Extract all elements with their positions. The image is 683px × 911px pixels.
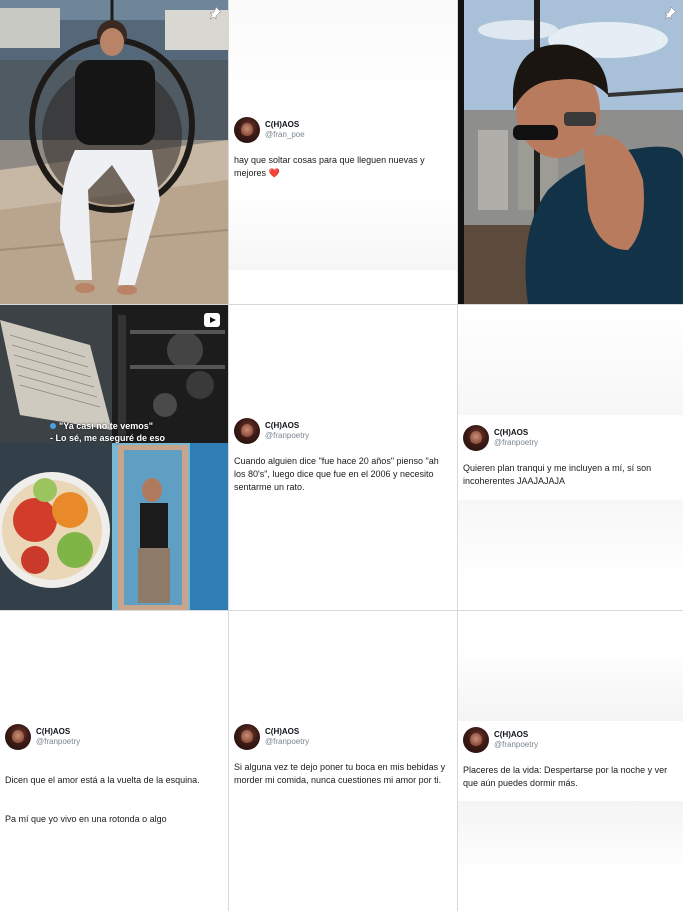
post-tweet[interactable]: C(H)AOS @franpoetry Placeres de la vida:… — [458, 611, 683, 911]
media-grid: C(H)AOS @fran_poe hay que soltar cosas p… — [0, 0, 683, 911]
tweet-paragraph: Pa mí que yo vivo en una rotonda o algo — [5, 814, 167, 824]
tweet-text: Cuando alguien dice "fue hace 20 años" p… — [234, 456, 439, 492]
tweet-card-shade — [458, 305, 683, 415]
display-name: C(H)AOS — [265, 727, 300, 736]
display-name: C(H)AOS — [265, 120, 300, 129]
display-name: C(H)AOS — [36, 727, 71, 736]
handle: @franpoetry — [494, 438, 539, 447]
handle: @fran_poe — [265, 130, 305, 139]
tweet-text: Si alguna vez te dejo poner tu boca en m… — [234, 762, 446, 785]
hanging-chair-photo — [0, 0, 228, 304]
grid-divider — [457, 0, 458, 911]
pin-icon — [209, 6, 222, 20]
post-photo-sunglasses[interactable] — [458, 0, 683, 304]
post-tweet[interactable]: C(H)AOS @franpoetry Quieren plan tranqui… — [458, 305, 683, 610]
post-photo-hanging-chair[interactable] — [0, 0, 228, 304]
avatar[interactable] — [463, 425, 489, 451]
post-tweet[interactable]: C(H)AOS @franpoetry Dicen que el amor es… — [0, 611, 228, 911]
post-video-collage[interactable]: "Ya casi no te vemos" - Lo sé, me asegur… — [0, 305, 228, 610]
handle: @franpoetry — [265, 737, 310, 746]
post-tweet[interactable]: C(H)AOS @fran_poe hay que soltar cosas p… — [229, 0, 457, 304]
handle: @franpoetry — [265, 431, 310, 440]
avatar[interactable] — [5, 724, 31, 750]
avatar[interactable] — [234, 724, 260, 750]
caption-line-2: - Lo sé, me aseguré de eso — [50, 433, 166, 443]
tweet-text: Dicen que el amor está a la vuelta de la… — [5, 761, 223, 852]
grid-divider — [0, 304, 683, 305]
tweet-card-shade — [458, 646, 683, 721]
caption-dot-icon — [50, 423, 56, 429]
display-name: C(H)AOS — [265, 421, 300, 430]
post-tweet[interactable]: C(H)AOS @franpoetry Cuando alguien dice … — [229, 305, 457, 610]
tweet-text: hay que soltar cosas para que lleguen nu… — [234, 155, 425, 178]
tweet-card-shade — [458, 801, 683, 876]
handle: @franpoetry — [494, 740, 539, 749]
handle: @franpoetry — [36, 737, 81, 746]
tweet-text: Placeres de la vida: Despertarse por la … — [463, 765, 668, 788]
tweet-card-shade — [458, 500, 683, 580]
grid-divider — [0, 610, 683, 611]
video-caption: "Ya casi no te vemos" - Lo sé, me asegur… — [50, 420, 165, 444]
tweet-paragraph: Dicen que el amor está a la vuelta de la… — [5, 775, 200, 785]
play-icon[interactable] — [204, 313, 220, 327]
avatar[interactable] — [234, 117, 260, 143]
display-name: C(H)AOS — [494, 428, 529, 437]
tweet-text: Quieren plan tranqui y me incluyen a mí,… — [463, 463, 652, 486]
collage-photo — [0, 305, 228, 610]
pin-icon — [664, 6, 677, 20]
post-tweet[interactable]: C(H)AOS @franpoetry Si alguna vez te dej… — [229, 611, 457, 911]
caption-line-1: "Ya casi no te vemos" — [59, 421, 154, 431]
tweet-card-shade — [229, 0, 457, 110]
grid-divider — [228, 0, 229, 911]
display-name: C(H)AOS — [494, 730, 529, 739]
tweet-card-shade — [229, 190, 457, 270]
sunglasses-photo — [458, 0, 683, 304]
avatar[interactable] — [463, 727, 489, 753]
avatar[interactable] — [234, 418, 260, 444]
